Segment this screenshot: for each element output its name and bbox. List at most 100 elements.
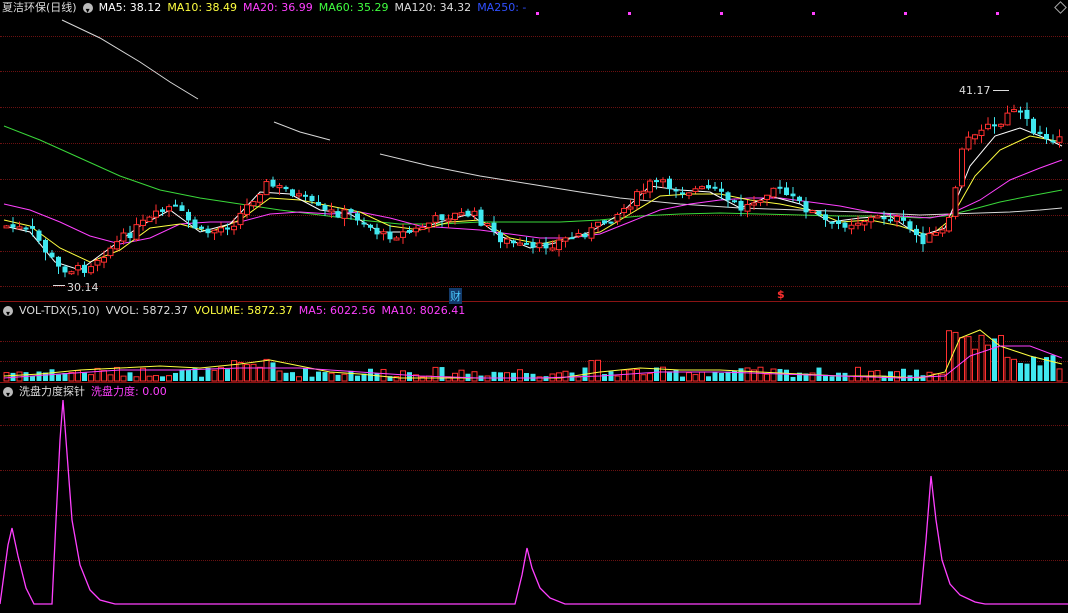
candle-body — [978, 129, 985, 137]
candle-body — [861, 221, 868, 226]
volume-bar — [439, 367, 445, 381]
candle-body — [536, 242, 543, 249]
candle-body — [654, 180, 659, 183]
marker-dot — [628, 12, 631, 15]
volume-bar — [36, 371, 42, 381]
candle-body — [946, 216, 952, 232]
candle-body — [439, 214, 445, 221]
volume-bar — [355, 375, 360, 381]
candle-body — [933, 232, 939, 236]
candle-body — [543, 242, 549, 249]
candle-body — [823, 214, 828, 220]
candle-body — [16, 226, 23, 230]
candle-body — [744, 204, 751, 212]
volume-bar — [75, 370, 81, 382]
volume-bar — [101, 370, 107, 382]
volume-bar — [316, 371, 321, 381]
candle-body — [621, 208, 627, 214]
volume-bar — [166, 375, 172, 382]
candle-body — [920, 233, 926, 245]
volume-bar — [738, 368, 744, 381]
marker-dot — [720, 12, 723, 15]
volume-bar — [160, 376, 165, 381]
volume-bar — [621, 369, 627, 382]
candle-body — [738, 200, 744, 211]
volume-bar — [348, 370, 354, 381]
candle-body — [634, 191, 640, 207]
candle-body — [582, 233, 588, 238]
candle-body — [1024, 109, 1030, 119]
candle-body — [257, 194, 263, 203]
candle-body — [888, 219, 893, 222]
candle-body — [43, 239, 48, 253]
candle-body — [868, 216, 874, 223]
candle-body — [335, 211, 341, 218]
candle-body — [400, 231, 406, 238]
candle-body — [764, 194, 770, 200]
candle-body — [647, 180, 653, 193]
candle-body — [706, 185, 711, 189]
volume-bar — [524, 373, 529, 381]
volume-bar — [257, 366, 263, 382]
candle-body — [328, 209, 335, 213]
candle-body — [1050, 140, 1056, 143]
candle-body — [907, 221, 913, 230]
candle-body — [914, 228, 919, 236]
volume-bar — [770, 368, 777, 382]
low-arrow-icon — [53, 285, 65, 286]
volume-bar — [1018, 362, 1023, 381]
volume-bar — [82, 372, 87, 381]
volume-bar — [699, 371, 705, 382]
volume-bar — [303, 367, 308, 381]
candle-body — [419, 227, 426, 231]
candle-body — [361, 222, 367, 225]
candle-body — [211, 229, 218, 234]
candle-body — [608, 221, 614, 224]
candle-body — [49, 252, 55, 258]
candle-body — [445, 218, 452, 222]
finance-marker[interactable]: 财 — [449, 288, 462, 304]
volume-bar — [218, 366, 224, 382]
volume-bar — [504, 372, 510, 382]
volume-bar — [179, 369, 185, 381]
candle-body — [316, 201, 321, 206]
candle-body — [894, 215, 900, 222]
volume-bar — [127, 372, 133, 381]
volume-bar — [978, 334, 985, 382]
candle-body — [1037, 131, 1043, 135]
candle-body — [517, 242, 523, 246]
volume-bar — [107, 374, 114, 382]
candle-body — [166, 206, 172, 212]
candle-body — [484, 222, 491, 226]
candle-body — [173, 204, 178, 207]
candle-body — [926, 232, 933, 243]
volume-bar — [1037, 365, 1043, 381]
candle-body — [179, 205, 185, 211]
candle-body — [270, 179, 276, 187]
candle-body — [127, 232, 133, 239]
candle-body — [712, 186, 718, 189]
candle-body — [88, 266, 94, 274]
ma120-line — [61, 19, 199, 100]
candle-body — [290, 189, 295, 196]
candle-body — [504, 238, 510, 244]
volume-bar — [946, 330, 952, 382]
kline-chart[interactable] — [0, 0, 1068, 613]
dividend-marker[interactable]: $ — [777, 288, 785, 301]
candle-body — [393, 237, 400, 241]
volume-bar — [952, 331, 959, 382]
candle-body — [1056, 136, 1063, 143]
volume-bar — [719, 372, 724, 381]
candle-body — [757, 199, 764, 203]
candle-body — [855, 222, 861, 226]
candle-body — [998, 123, 1004, 127]
candle-body — [667, 178, 672, 190]
candle-body — [797, 196, 802, 202]
volume-bar — [192, 368, 198, 381]
volume-bar — [608, 371, 614, 381]
candle-body — [225, 227, 230, 230]
candle-body — [985, 123, 991, 130]
candle-body — [803, 201, 809, 213]
volume-bar — [543, 376, 549, 381]
volume-bar — [784, 369, 789, 381]
